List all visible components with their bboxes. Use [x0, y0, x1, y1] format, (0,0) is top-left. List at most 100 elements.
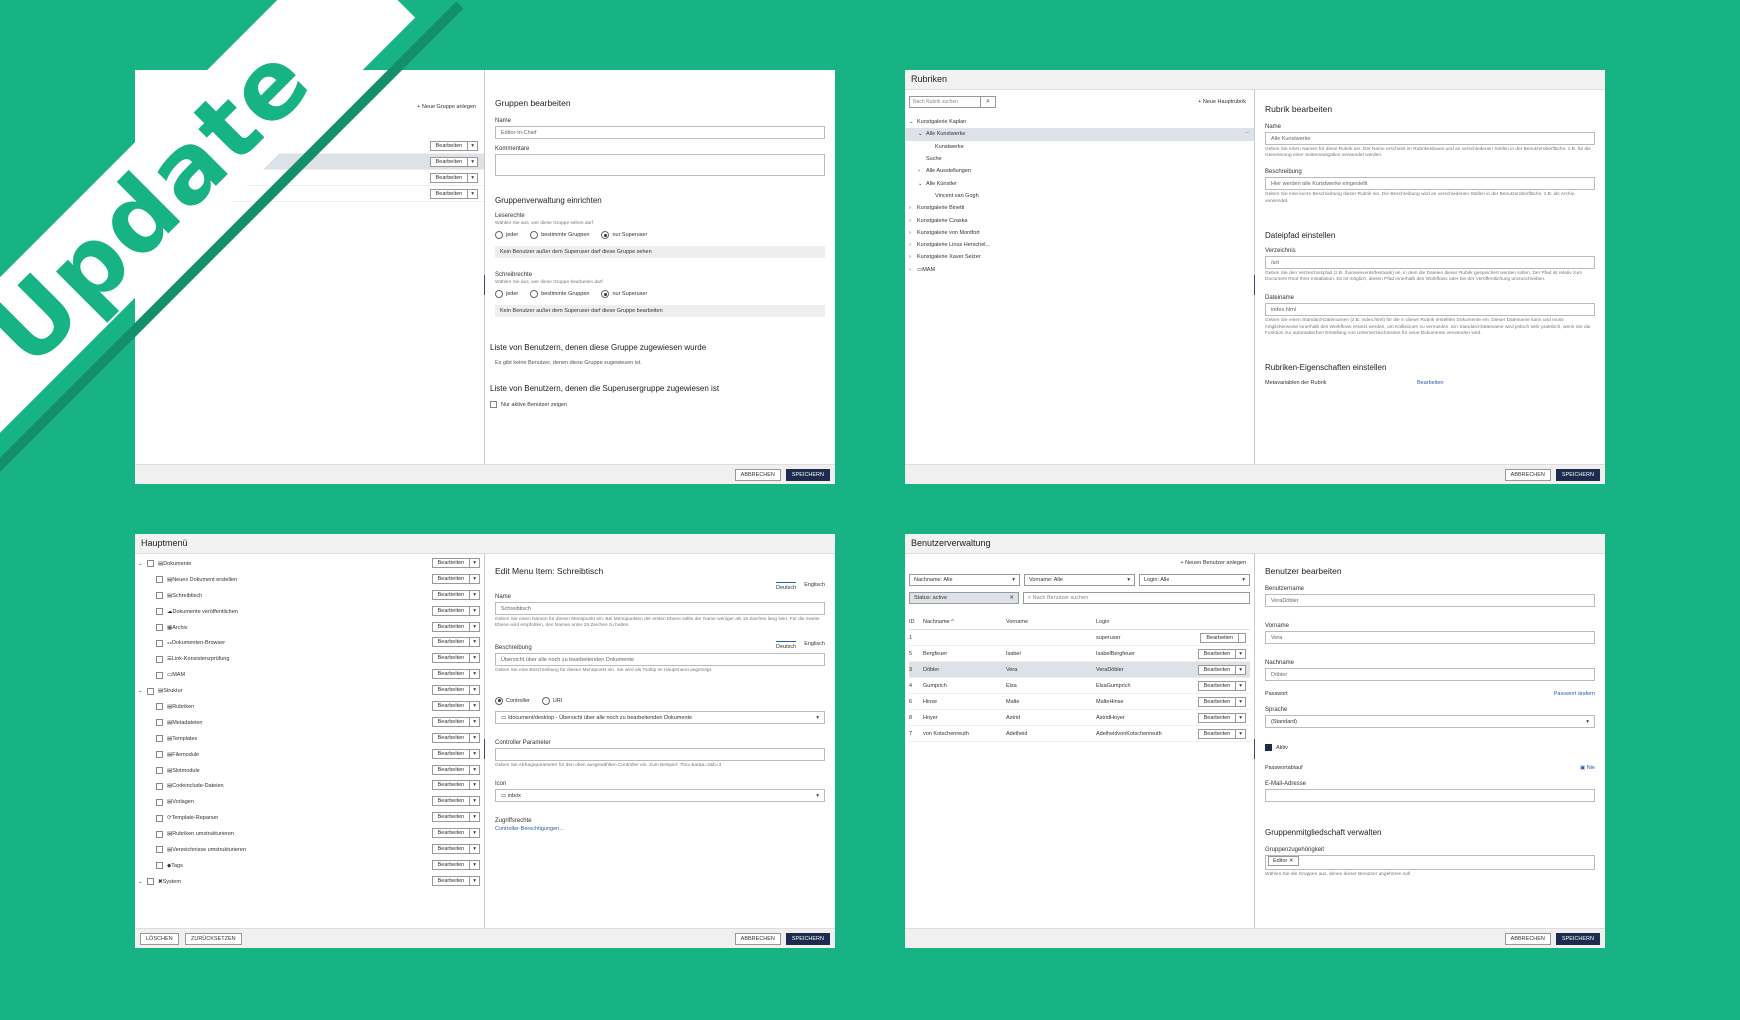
edit-button[interactable]: Bearbeiten	[433, 575, 470, 583]
edit-split-button[interactable]: Bearbeiten ▾	[1197, 713, 1246, 723]
chevron-down-icon[interactable]: ▾	[469, 829, 479, 838]
edit-button[interactable]: Bearbeiten	[1199, 714, 1236, 722]
name-input[interactable]: Alle Kunstwerke	[1265, 132, 1595, 145]
file-input[interactable]: index.html	[1265, 303, 1595, 317]
search-icon[interactable]: ⌕	[981, 96, 996, 108]
chevron-down-icon[interactable]: ▾	[469, 638, 479, 647]
edit-button[interactable]: Bearbeiten	[1199, 698, 1236, 706]
name-input[interactable]: Schreibtisch	[495, 602, 825, 615]
menu-item[interactable]: ▤ Schreibtisch Bearbeiten ▾	[135, 588, 484, 604]
menu-item[interactable]: ⌄ ✖ System Bearbeiten ▾	[135, 874, 484, 890]
chevron-down-icon[interactable]: ▾	[469, 670, 479, 679]
chevron-right-icon[interactable]: ›	[909, 218, 917, 224]
lang-select[interactable]: (Standard) ▾	[1265, 715, 1595, 728]
edit-button[interactable]: Bearbeiten	[1199, 650, 1236, 658]
name-input[interactable]: Editor-In-Chief	[495, 126, 825, 139]
edit-split-button[interactable]: Bearbeiten ▾	[431, 764, 480, 775]
edit-split-button[interactable]: Bearbeiten ▾	[431, 844, 480, 855]
edit-button[interactable]: Bearbeiten	[433, 638, 470, 646]
email-input[interactable]	[1265, 789, 1595, 802]
chevron-right-icon[interactable]: ›	[909, 230, 917, 236]
menu-item-checkbox[interactable]	[147, 560, 154, 568]
sort-lastname[interactable]: Nachname ^	[923, 619, 1006, 625]
edit-split-button[interactable]: Bearbeiten ▾	[431, 653, 480, 664]
active-only-checkbox[interactable]: Nur aktive Benutzer zeigen	[490, 401, 825, 409]
menu-item[interactable]: ▤ Templates Bearbeiten ▾	[135, 731, 484, 747]
edit-button[interactable]: Bearbeiten	[1199, 682, 1236, 690]
chevron-right-icon[interactable]: ›	[918, 168, 926, 174]
tab-german[interactable]: Deutsch	[776, 582, 797, 591]
group-chip[interactable]: Editor ✕	[1268, 856, 1299, 866]
menu-item-checkbox[interactable]	[156, 608, 163, 616]
edit-button[interactable]: Bearbeiten	[431, 158, 468, 166]
rubric-search-input[interactable]: Nach Rubrik suchen	[909, 96, 981, 108]
edit-split-button[interactable]: Bearbeiten ▾	[1197, 649, 1246, 659]
comment-textarea[interactable]	[495, 154, 825, 176]
edit-split-button[interactable]: Bearbeiten ▾	[429, 157, 478, 167]
edit-split-button[interactable]: Bearbeiten ▾	[431, 780, 480, 791]
menu-item[interactable]: ▤ Rubriken umstrukturieren Bearbeiten ▾	[135, 826, 484, 842]
edit-button[interactable]: Bearbeiten	[433, 734, 470, 742]
tab-german-desc[interactable]: Deutsch	[776, 641, 797, 650]
menu-item[interactable]: ▤ Neues Dokument erstellen Bearbeiten ▾	[135, 572, 484, 588]
edit-button[interactable]: Bearbeiten	[431, 190, 468, 198]
chevron-down-icon[interactable]: ▾	[469, 622, 479, 631]
menu-item-checkbox[interactable]	[156, 671, 163, 679]
chevron-right-icon[interactable]: ›	[909, 242, 917, 248]
edit-button[interactable]: Bearbeiten	[433, 861, 470, 869]
edit-button[interactable]: Bearbeiten	[433, 654, 470, 662]
chevron-down-icon[interactable]: ▾	[467, 174, 477, 182]
menu-item-checkbox[interactable]	[147, 687, 154, 695]
chevron-down-icon[interactable]: ▾	[1235, 730, 1245, 738]
cancel-button[interactable]: ABBRECHEN	[1504, 932, 1551, 945]
edit-split-button[interactable]: Bearbeiten	[1200, 633, 1246, 643]
tree-item[interactable]: › Kunstgalerie Xaver Seizer	[905, 251, 1254, 263]
icon-select[interactable]: ▭ inbox ▾	[495, 788, 825, 802]
edit-button[interactable]: Bearbeiten	[433, 591, 470, 599]
edit-split-button[interactable]: Bearbeiten ▾	[1197, 729, 1246, 739]
save-button[interactable]: SPEICHERN	[1555, 468, 1600, 481]
table-row[interactable]: 7 von Kotschenreuth Adelheid AdelheidvonKot…	[909, 726, 1250, 742]
menu-item[interactable]: ▦ Archiv Bearbeiten ▾	[135, 620, 484, 636]
menu-item-checkbox[interactable]	[156, 814, 163, 822]
menu-item-checkbox[interactable]	[156, 862, 163, 870]
cancel-button[interactable]: ABBRECHEN	[1504, 468, 1551, 481]
tree-item[interactable]: › Kunstgalerie Binetti	[905, 202, 1254, 214]
edit-button[interactable]: Bearbeiten	[433, 813, 470, 821]
edit-button[interactable]: Bearbeiten	[433, 781, 470, 789]
cancel-button[interactable]: ABBRECHEN	[734, 468, 781, 481]
menu-item[interactable]: ▤ Vorlagen Bearbeiten ▾	[135, 794, 484, 810]
menu-item-checkbox[interactable]	[156, 639, 163, 647]
chevron-down-icon[interactable]: ▾	[469, 686, 479, 695]
close-icon[interactable]: ✕	[1289, 858, 1294, 864]
filter-firstname[interactable]: Vorname: Alle ▾	[1024, 574, 1135, 586]
edit-split-button[interactable]: Bearbeiten ▾	[431, 732, 480, 743]
edit-split-button[interactable]: Bearbeiten ▾	[1197, 681, 1246, 691]
desc-input[interactable]: Übersicht über alle noch zu bearbeitende…	[495, 653, 825, 667]
param-input[interactable]	[495, 747, 825, 761]
read-radio-groups[interactable]: bestimmte Gruppen	[530, 231, 590, 240]
edit-button[interactable]: Bearbeiten	[431, 174, 468, 182]
write-radio-all[interactable]: jeder	[495, 290, 518, 299]
menu-item[interactable]: ⟳ Template-Reparser Bearbeiten ▾	[135, 810, 484, 826]
edit-split-button[interactable]: Bearbeiten ▾	[431, 621, 480, 632]
chevron-right-icon[interactable]: ›	[909, 205, 917, 211]
menu-item-checkbox[interactable]	[156, 782, 163, 790]
tree-item[interactable]: ⌄ Alle Künstler	[905, 177, 1254, 189]
menu-item[interactable]: ▤ Verzeichnisse umstrukturieren Bearbeite…	[135, 842, 484, 858]
filter-lastname[interactable]: Nachname: Alle ▾	[909, 574, 1020, 586]
menu-item-checkbox[interactable]	[156, 719, 163, 727]
meta-edit-link[interactable]: Bearbeiten	[1417, 380, 1444, 386]
chevron-down-icon[interactable]: ▾	[469, 733, 479, 742]
edit-button[interactable]: Bearbeiten	[433, 670, 470, 678]
uri-radio[interactable]: URI	[541, 696, 562, 705]
edit-button[interactable]: Bearbeiten	[431, 142, 468, 150]
menu-item-checkbox[interactable]	[156, 830, 163, 838]
menu-item-checkbox[interactable]	[156, 576, 163, 584]
status-filter-chip[interactable]: Status: active ✕	[909, 592, 1019, 604]
tree-item[interactable]: ⌄ Kunstgalerie Kaplan	[905, 116, 1254, 128]
menu-item-checkbox[interactable]	[147, 878, 154, 886]
menu-item-checkbox[interactable]	[156, 624, 163, 631]
table-row[interactable]: 6 Hinse Malte MalteHinse Bearbeiten ▾	[909, 694, 1250, 710]
edit-split-button[interactable]: Bearbeiten ▾	[431, 589, 480, 600]
